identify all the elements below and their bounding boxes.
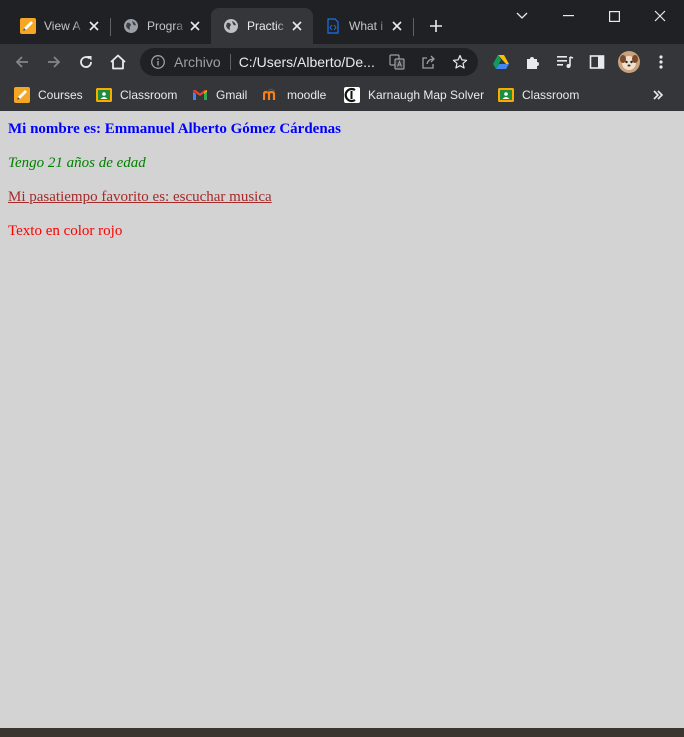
home-icon bbox=[110, 54, 126, 70]
page-content: Mi nombre es: Emmanuel Alberto Gómez Cár… bbox=[0, 111, 684, 728]
bookmark-label: Karnaugh Map Solver bbox=[368, 88, 485, 102]
url-text[interactable]: C:/Users/Alberto/De... bbox=[239, 54, 379, 70]
side-panel-button[interactable] bbox=[585, 50, 609, 74]
toolbar: Archivo C:/Users/Alberto/De... bbox=[0, 44, 684, 80]
profile-avatar[interactable] bbox=[617, 50, 641, 74]
avatar-icon bbox=[618, 51, 640, 73]
maximize-button[interactable] bbox=[591, 0, 637, 32]
close-icon bbox=[654, 10, 666, 22]
forward-button[interactable] bbox=[42, 50, 66, 74]
tab-title: Practic bbox=[247, 19, 284, 33]
name-line: Mi nombre es: Emmanuel Alberto Gómez Cár… bbox=[8, 121, 342, 137]
classroom-icon bbox=[96, 88, 112, 102]
karnaugh-icon bbox=[344, 87, 360, 103]
close-window-button[interactable] bbox=[637, 0, 683, 32]
tab-view[interactable]: View A bbox=[8, 8, 110, 44]
taskbar-strip bbox=[0, 728, 684, 737]
title-bar: View A Progra Practic What i bbox=[0, 0, 684, 44]
close-tab-icon[interactable] bbox=[187, 18, 203, 34]
age-line: Tengo 21 años de edad bbox=[8, 155, 146, 171]
google-drive-icon bbox=[493, 55, 509, 69]
bookmark-label: Courses bbox=[38, 88, 83, 102]
bookmark-courses[interactable]: Courses bbox=[14, 85, 83, 105]
new-tab-button[interactable] bbox=[424, 14, 448, 38]
code-file-icon bbox=[327, 18, 339, 34]
reload-button[interactable] bbox=[74, 50, 98, 74]
arrow-right-icon bbox=[48, 56, 61, 68]
bookmark-label: Gmail bbox=[216, 88, 248, 102]
tab-title: View A bbox=[44, 19, 81, 33]
bookmarks-bar: Courses Classroom Gmail moodle Karnaugh … bbox=[0, 80, 684, 111]
bookmark-classroom[interactable]: Classroom bbox=[96, 85, 177, 105]
bookmark-classroom-2[interactable]: Classroom bbox=[498, 85, 579, 105]
side-panel-icon bbox=[589, 55, 605, 69]
home-button[interactable] bbox=[106, 50, 130, 74]
hobby-line: Mi pasatiempo favorito es: escuchar musi… bbox=[8, 189, 272, 205]
close-tab-icon[interactable] bbox=[289, 18, 305, 34]
kebab-menu-icon bbox=[659, 55, 663, 69]
bookmark-gmail[interactable]: Gmail bbox=[192, 85, 247, 105]
chevron-down-icon bbox=[516, 12, 528, 19]
extensions-button[interactable] bbox=[521, 50, 545, 74]
translate-icon[interactable] bbox=[389, 54, 405, 70]
tab-title: What i bbox=[349, 19, 384, 33]
bookmark-moodle[interactable]: moodle bbox=[263, 85, 326, 105]
moodle-icon bbox=[263, 88, 276, 100]
tab-separator bbox=[413, 18, 414, 36]
google-drive-extension[interactable] bbox=[489, 50, 513, 74]
reload-icon bbox=[80, 56, 92, 68]
bookmark-label: Classroom bbox=[120, 88, 178, 102]
minimize-icon bbox=[562, 15, 574, 17]
tab-search-button[interactable] bbox=[499, 0, 545, 32]
omnibox-divider bbox=[229, 54, 231, 70]
bookmark-label: moodle bbox=[287, 88, 327, 102]
menu-button[interactable] bbox=[649, 50, 673, 74]
maximize-icon bbox=[608, 10, 620, 22]
share-icon[interactable] bbox=[421, 54, 437, 70]
address-bar[interactable]: Archivo C:/Users/Alberto/De... bbox=[140, 48, 478, 76]
star-icon[interactable] bbox=[452, 54, 468, 70]
tab-programacion[interactable]: Progra bbox=[111, 8, 211, 44]
playlist-music-icon bbox=[557, 56, 574, 68]
gmail-icon bbox=[193, 90, 207, 100]
minimize-button[interactable] bbox=[545, 0, 591, 32]
globe-icon bbox=[224, 19, 238, 33]
info-icon[interactable] bbox=[150, 54, 166, 70]
tab-what-is[interactable]: What i bbox=[313, 8, 413, 44]
globe-icon bbox=[124, 19, 138, 33]
puzzle-icon bbox=[527, 57, 539, 69]
double-chevron-right-icon bbox=[653, 90, 664, 100]
media-controls-button[interactable] bbox=[553, 50, 577, 74]
more-bookmarks-button[interactable] bbox=[652, 85, 664, 105]
classroom-icon bbox=[498, 88, 514, 102]
tab-practica[interactable]: Practic bbox=[211, 8, 313, 44]
pencil-icon bbox=[14, 87, 30, 103]
tab-title: Progra bbox=[147, 19, 184, 33]
close-tab-icon[interactable] bbox=[86, 18, 102, 34]
arrow-left-icon bbox=[15, 56, 28, 68]
back-button[interactable] bbox=[10, 50, 34, 74]
bookmark-label: Classroom bbox=[522, 88, 580, 102]
red-text-line: Texto en color rojo bbox=[8, 223, 123, 239]
bookmark-karnaugh-map-solver[interactable]: Karnaugh Map Solver bbox=[344, 85, 484, 105]
plus-icon bbox=[430, 20, 442, 32]
scheme-label: Archivo bbox=[174, 54, 221, 70]
close-tab-icon[interactable] bbox=[389, 18, 405, 34]
pencil-icon bbox=[20, 18, 36, 34]
